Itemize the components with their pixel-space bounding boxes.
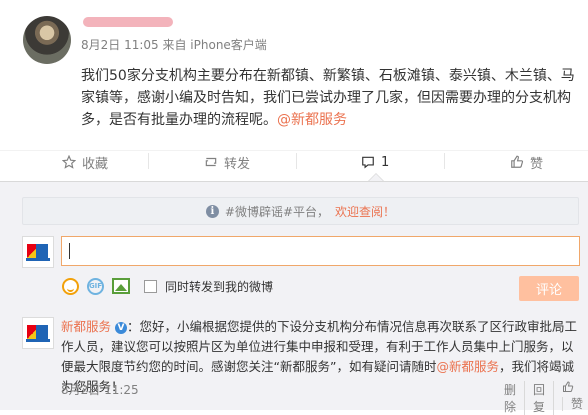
notice-link[interactable]: 欢迎查阅！ (335, 203, 395, 220)
submit-comment-button[interactable]: 评论 (519, 276, 579, 301)
divider (444, 153, 445, 169)
reply-button[interactable]: 回复 (524, 381, 553, 415)
redacted-username (83, 17, 173, 27)
text-cursor (69, 243, 70, 259)
reply-actions: 删除 回复 赞 (496, 381, 588, 415)
comment-pointer-inner (369, 174, 383, 181)
comment-count: 1 (381, 154, 390, 170)
repost-label: 转发 (224, 156, 251, 172)
repost-checkbox[interactable] (144, 279, 157, 293)
emoji-icon[interactable] (62, 277, 79, 295)
favorite-button[interactable]: 收藏 (62, 151, 108, 173)
repost-button[interactable]: 转发 (204, 151, 250, 173)
composer-avatar (22, 236, 54, 268)
post-meta: 8月2日 11:05 来自 iPhone客户端 (81, 38, 267, 52)
thumbs-up-icon (511, 155, 524, 168)
logo-mark-blue (36, 244, 48, 258)
gif-icon[interactable]: GIF (87, 277, 104, 295)
logo-text (26, 339, 50, 342)
comment-icon (362, 156, 374, 169)
logo-mark-blue (36, 325, 48, 339)
comment-input[interactable] (61, 236, 580, 266)
post-mention-link[interactable]: @新都服务 (277, 112, 347, 128)
like-label: 赞 (530, 156, 544, 172)
like-button[interactable]: 赞 (510, 151, 543, 173)
repost-checkbox-label: 同时转发到我的微博 (165, 279, 274, 294)
reply-like-button[interactable]: 赞 (553, 381, 588, 415)
composer-toolbar: GIF 同时转发到我的微博 (62, 275, 273, 297)
repost-icon (205, 157, 217, 167)
reply-time: 8月2日 11:25 (61, 383, 139, 397)
divider (148, 153, 149, 169)
star-icon (62, 155, 76, 169)
favorite-label: 收藏 (82, 156, 109, 172)
user-avatar[interactable] (23, 16, 71, 64)
verified-icon: V (115, 322, 127, 334)
post-action-bar: 收藏 转发 1 赞 (0, 150, 588, 175)
reply-mention-link[interactable]: @新都服务 (436, 359, 499, 374)
post-text: 我们50家分支机构主要分布在新都镇、新繁镇、石板滩镇、泰兴镇、木兰镇、马家镇等，… (81, 65, 581, 131)
weibo-post: 8月2日 11:05 来自 iPhone客户端 我们50家分支机构主要分布在新都… (0, 0, 588, 144)
reply-avatar[interactable] (22, 317, 54, 349)
rumor-notice: i #微博辟谣#平台， 欢迎查阅！ (22, 197, 579, 225)
divider (296, 153, 297, 169)
image-icon[interactable] (112, 278, 130, 294)
thumbs-up-icon (563, 381, 574, 392)
info-icon: i (205, 204, 219, 218)
reply-author[interactable]: 新都服务 (61, 319, 111, 334)
notice-text: #微博辟谣#平台， (224, 204, 330, 219)
comment-button[interactable]: 1 (361, 151, 389, 173)
logo-text (26, 258, 50, 261)
delete-button[interactable]: 删除 (496, 381, 524, 415)
